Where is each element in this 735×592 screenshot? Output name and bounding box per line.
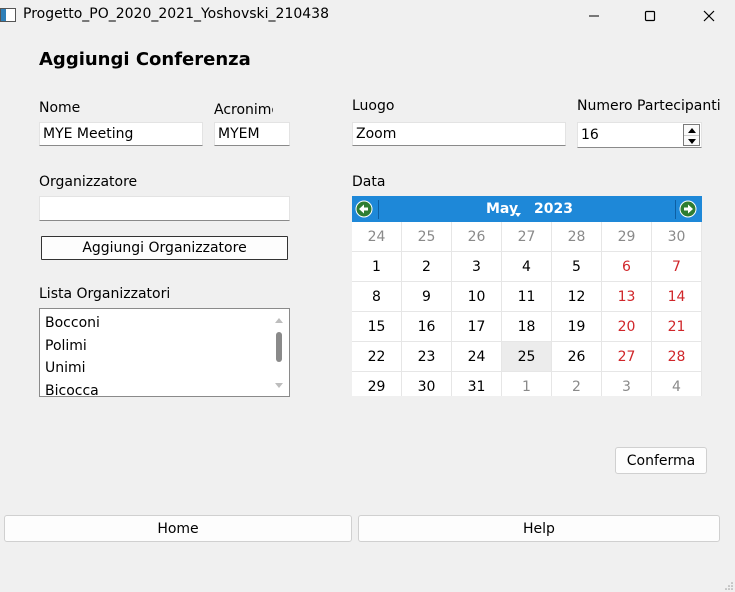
nome-label: Nome — [39, 100, 81, 116]
acronimo-field[interactable]: MYEM — [214, 122, 290, 146]
close-button[interactable] — [686, 0, 732, 32]
organizzatore-label: Organizzatore — [39, 174, 138, 190]
calendar-day[interactable]: 23 — [402, 342, 452, 372]
caret-down-icon — [687, 138, 696, 144]
calendar-week-row: 24 25 26 27 28 29 30 — [352, 222, 702, 252]
calendar-day[interactable]: 9 — [402, 282, 452, 312]
calendar-week-row: 22 23 24 25 26 27 28 — [352, 342, 702, 372]
title-bar: Progetto_PO_2020_2021_Yoshovski_210438 — [0, 0, 735, 32]
organizer-list-item[interactable]: Bicocca — [40, 380, 289, 397]
calendar-day[interactable]: 5 — [552, 252, 602, 282]
calendar-week-row: 29 30 31 1 2 3 4 — [352, 372, 702, 396]
scroll-up-icon[interactable] — [275, 318, 283, 323]
prev-month-button[interactable] — [355, 200, 373, 218]
calendar-day[interactable]: 4 — [502, 252, 552, 282]
aggiungi-organizzatore-button[interactable]: Aggiungi Organizzatore — [41, 236, 288, 260]
next-month-button[interactable] — [679, 200, 697, 218]
home-button[interactable]: Home — [4, 515, 352, 542]
calendar-day[interactable]: 1 — [352, 252, 402, 282]
acronimo-label: Acronimo — [214, 102, 273, 118]
list-scrollbar[interactable] — [273, 313, 285, 393]
lista-organizzatori-label: Lista Organizzatori — [39, 286, 171, 302]
calendar-day[interactable]: 2 — [402, 252, 452, 282]
scroll-down-icon[interactable] — [275, 383, 283, 388]
calendar-week-row: 1234567 — [352, 252, 702, 282]
organizers-list[interactable]: Bocconi Polimi Unimi Bicocca — [39, 308, 290, 397]
calendar-day[interactable]: 14 — [652, 282, 702, 312]
calendar-day[interactable]: 24 — [452, 342, 502, 372]
arrow-left-circle-icon — [355, 200, 373, 218]
calendar-day[interactable]: 16 — [402, 312, 452, 342]
spin-down-button[interactable] — [684, 136, 699, 146]
calendar-day[interactable]: 2 — [552, 372, 602, 396]
calendar-day[interactable]: 12 — [552, 282, 602, 312]
data-label: Data — [352, 174, 386, 190]
calendar-day[interactable]: 7 — [652, 252, 702, 282]
help-button[interactable]: Help — [358, 515, 720, 542]
calendar-day[interactable]: 31 — [452, 372, 502, 396]
calendar-day[interactable]: 29 — [352, 372, 402, 396]
calendar-month[interactable]: May — [486, 201, 518, 217]
calendar-day[interactable]: 13 — [602, 282, 652, 312]
calendar-day[interactable]: 3 — [602, 372, 652, 396]
calendar-day[interactable]: 28 — [652, 342, 702, 372]
calendar-day[interactable]: 28 — [552, 222, 602, 252]
calendar-day[interactable]: 8 — [352, 282, 402, 312]
calendar-day[interactable]: 25 — [402, 222, 452, 252]
window-title: Progetto_PO_2020_2021_Yoshovski_210438 — [23, 6, 329, 22]
calendar-day[interactable]: 30 — [402, 372, 452, 396]
luogo-label: Luogo — [352, 98, 395, 114]
caret-up-icon — [687, 127, 696, 133]
app-window-icon — [0, 8, 16, 22]
luogo-field[interactable]: Zoom — [352, 122, 566, 146]
calendar-year[interactable]: 2023 — [534, 201, 573, 217]
resize-grip-icon[interactable] — [724, 580, 734, 590]
close-icon — [703, 10, 715, 22]
calendar-week-row: 15 16 17 18 19 20 21 — [352, 312, 702, 342]
calendar-grid: 24 25 26 27 28 29 30 1 2 3 4 5 6 7 8 9 10 11 12 13 14 15 16 17 1… — [352, 222, 702, 396]
partecipanti-label: Numero Partecipanti — [577, 98, 721, 114]
calendar-day[interactable]: 3 — [452, 252, 502, 282]
spin-buttons — [683, 124, 700, 146]
maximize-button[interactable] — [627, 0, 673, 32]
organizer-list-item[interactable]: Polimi — [40, 335, 289, 358]
scroll-thumb[interactable] — [276, 332, 282, 362]
organizer-list-item[interactable]: Bocconi — [40, 312, 289, 335]
calendar-day[interactable]: 30 — [652, 222, 702, 252]
calendar-week-row: 8 9 10 11 12 13 14 — [352, 282, 702, 312]
calendar-day[interactable]: 1 — [502, 372, 552, 396]
minimize-button[interactable] — [571, 0, 617, 32]
calendar-day[interactable]: 10 — [452, 282, 502, 312]
calendar-day[interactable]: 21 — [652, 312, 702, 342]
calendar-day[interactable]: 15 — [352, 312, 402, 342]
calendar-day[interactable]: 25 — [502, 342, 552, 372]
calendar-day[interactable]: 18 — [502, 312, 552, 342]
minimize-icon — [589, 15, 599, 17]
calendar-day[interactable]: 4 — [652, 372, 702, 396]
calendar-day[interactable]: 26 — [452, 222, 502, 252]
nome-field[interactable]: MYE Meeting — [39, 122, 203, 146]
month-dropdown-icon[interactable] — [515, 213, 521, 217]
calendar-day[interactable]: 11 — [502, 282, 552, 312]
arrow-right-circle-icon — [679, 200, 697, 218]
partecipanti-value: 16 — [581, 127, 599, 143]
calendar-day[interactable]: 19 — [552, 312, 602, 342]
calendar-day[interactable]: 24 — [352, 222, 402, 252]
maximize-icon — [644, 10, 656, 22]
organizer-list-item[interactable]: Unimi — [40, 357, 289, 380]
calendar-day[interactable]: 17 — [452, 312, 502, 342]
organizzatore-field[interactable] — [39, 196, 290, 221]
calendar-day[interactable]: 27 — [602, 342, 652, 372]
calendar-day[interactable]: 29 — [602, 222, 652, 252]
conferma-button[interactable]: Conferma — [615, 447, 707, 474]
calendar-day[interactable]: 26 — [552, 342, 602, 372]
calendar-header: May 2023 — [352, 196, 702, 222]
calendar-day[interactable]: 22 — [352, 342, 402, 372]
spin-up-button[interactable] — [684, 125, 699, 136]
calendar-day[interactable]: 27 — [502, 222, 552, 252]
calendar-day[interactable]: 20 — [602, 312, 652, 342]
date-calendar[interactable]: May 2023 24 25 26 27 28 29 30 1 2 3 4 5 6 7 8 9 10 11 12 13… — [352, 196, 702, 396]
calendar-day[interactable]: 6 — [602, 252, 652, 282]
page-title: Aggiungi Conferenza — [39, 49, 251, 70]
